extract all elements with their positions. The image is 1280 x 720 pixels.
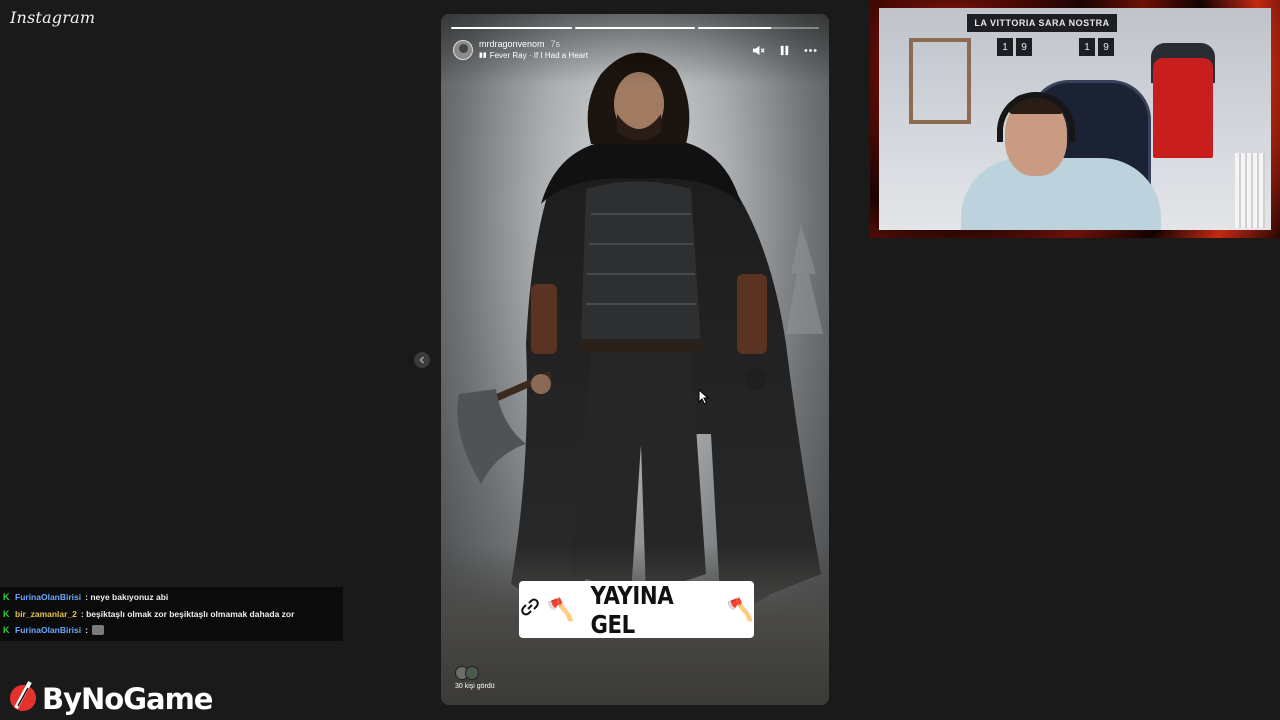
webcam-feed: LA VITTORIA SARA NOSTRA 19 19 [879,8,1271,230]
kick-badge-icon: K [3,625,10,636]
axe-icon: 🪓 [547,596,575,622]
progress-segment [451,27,572,29]
chat-username: bir_zamanlar_2 [15,608,77,619]
mute-button[interactable] [751,43,765,57]
chat-username: FurinaOlanBirisi [15,625,82,636]
progress-segment [574,27,696,29]
brand-watermark: ByNoGame [8,678,213,719]
chat-overlay: K FurinaOlanBirisi : neye bakıyonuz abi … [0,587,343,641]
music-title: Fever Ray · If I Had a Heart [489,51,588,60]
chat-text: : beşiktaşlı olmak zor beşiktaşlı olmama… [80,608,295,619]
story-controls [751,43,817,57]
chat-message: K FurinaOlanBirisi : neye bakıyonuz abi [3,589,340,606]
viewer-avatars [455,666,495,680]
more-options-button[interactable] [803,43,817,57]
viewers-count: 30 kişi gördü [455,683,495,690]
instagram-logo[interactable]: Instagram [10,8,95,27]
story-header: mrdragonvenom 7s ▮▮ Fever Ray · If I Had… [453,38,817,62]
link-icon [519,596,541,623]
chat-text: : neye bakıyonuz abi [85,592,169,603]
chat-message: K bir_zamanlar_2 : beşiktaşlı olmak zor … [3,606,340,623]
more-icon [803,48,817,52]
webcam-overlay: LA VITTORIA SARA NOSTRA 19 19 [870,0,1280,238]
brand-name: ByNoGame [42,681,213,716]
music-bars-icon: ▮▮ [479,52,487,59]
hanging-shirt [1153,58,1213,158]
story-viewer[interactable]: mrdragonvenom 7s ▮▮ Fever Ray · If I Had… [441,14,829,705]
chat-text: : [85,625,88,636]
chat-username: FurinaOlanBirisi [15,592,82,603]
chat-message: K FurinaOlanBirisi : [3,622,340,639]
story-time: 7s [550,39,561,49]
radiator [1235,153,1265,228]
wall-numbers-right: 19 [1079,38,1114,56]
wall-banner: LA VITTORIA SARA NOSTRA [967,14,1117,32]
story-username[interactable]: mrdragonvenom [479,38,545,50]
kick-badge-icon: K [3,608,10,619]
kick-badge-icon: K [3,592,10,603]
bynogame-logo-icon [8,678,38,719]
pause-icon [780,45,788,55]
chevron-left-icon [419,356,424,364]
mute-icon [752,45,765,55]
music-info[interactable]: ▮▮ Fever Ray · If I Had a Heart [479,50,588,62]
wall-frame [909,38,971,124]
streamer-body [961,158,1161,230]
previous-story-button[interactable] [414,352,430,368]
story-viewers[interactable]: 30 kişi gördü [455,666,495,690]
avatar[interactable] [453,40,473,60]
mouse-cursor-icon [698,389,710,405]
pause-button[interactable] [777,43,791,57]
story-meta: mrdragonvenom 7s ▮▮ Fever Ray · If I Had… [479,38,588,62]
story-link-sticker[interactable]: 🪓 YAYINA GEL 🪓 [519,580,754,639]
story-progress [451,27,820,29]
progress-segment [698,27,820,29]
sticker-label: YAYINA GEL [590,580,674,639]
axe-icon: 🪓 [726,596,754,622]
emote-icon [91,625,104,636]
wall-numbers-left: 19 [997,38,1032,56]
